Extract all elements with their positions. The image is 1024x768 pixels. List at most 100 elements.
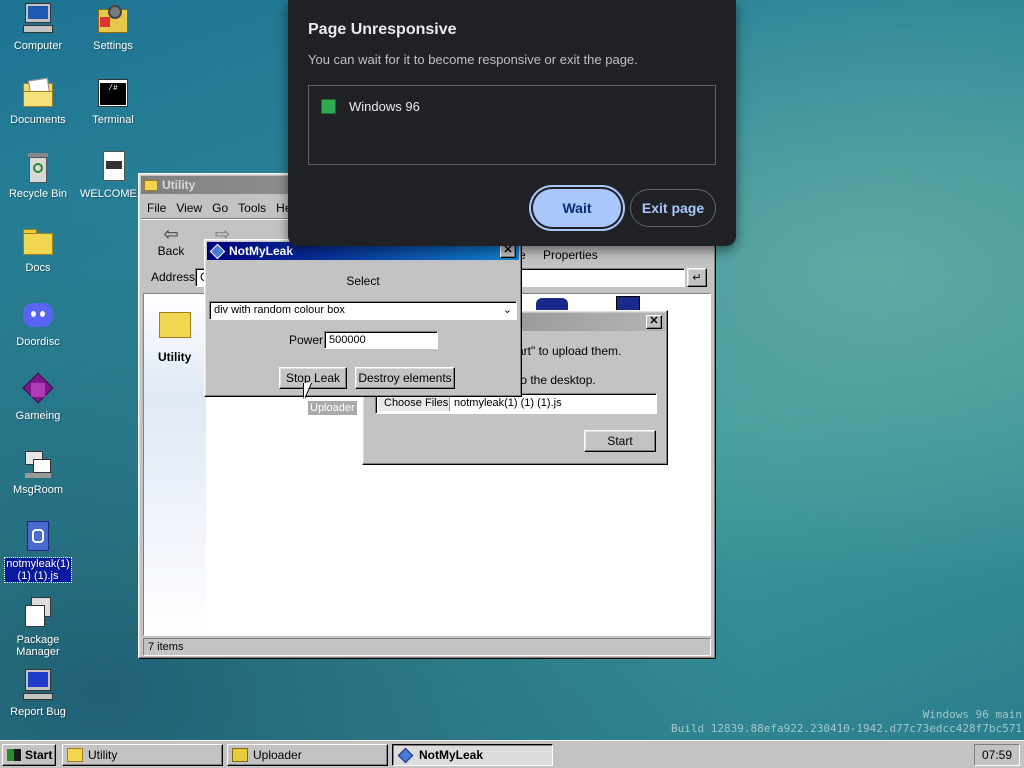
desktop-icon-label: Package Manager — [16, 634, 60, 658]
exit-page-button[interactable]: Exit page — [630, 189, 716, 227]
page-unresponsive-dialog: Page Unresponsive You can wait for it to… — [288, 0, 736, 246]
page-name: Windows 96 — [349, 99, 420, 114]
dialog-title: Page Unresponsive — [308, 21, 457, 38]
uploader-icon — [232, 748, 248, 762]
computer-icon — [21, 3, 55, 37]
back-button[interactable]: ⇦ Back — [151, 224, 191, 258]
explorer-title: Utility — [162, 178, 196, 192]
desktop-icon-label: Documents — [10, 114, 66, 126]
menu-file[interactable]: File — [147, 201, 166, 215]
chosen-file-name: notmyleak(1) (1) (1).js — [454, 397, 562, 409]
dialog-message: You can wait for it to become responsive… — [308, 52, 638, 67]
uploader-tooltip: Uploader — [308, 401, 357, 415]
menu-view[interactable]: View — [176, 201, 202, 215]
desktop-icon-gameing[interactable]: Gameing — [1, 372, 75, 422]
desktop-icon-msgroom[interactable]: MsgRoom — [1, 447, 75, 496]
start-button[interactable]: Start — [584, 430, 656, 452]
desktop-icon-package-manager[interactable]: Package Manager — [1, 597, 75, 658]
desktop-icon-label: Recycle Bin — [8, 188, 68, 200]
explorer-side-panel — [144, 294, 206, 635]
uploader-text-2: to the desktop. — [517, 373, 596, 387]
terminal-icon: /# — [96, 77, 130, 111]
task-notmyleak[interactable]: NotMyLeak — [392, 744, 553, 766]
desktop-icon-computer[interactable]: Computer — [1, 3, 75, 52]
task-utility[interactable]: Utility — [62, 744, 223, 766]
desktop-icon-label: Report Bug — [10, 706, 66, 718]
folder-icon — [21, 225, 55, 259]
desktop-icon-terminal[interactable]: /# Terminal — [76, 77, 150, 126]
script-file-icon — [21, 521, 55, 555]
menu-tools[interactable]: Tools — [238, 201, 266, 215]
desktop-icon-doordisc[interactable]: Doordisc — [1, 299, 75, 348]
report-bug-icon — [21, 669, 55, 703]
menu-go[interactable]: Go — [212, 201, 228, 215]
windows-logo-icon — [7, 749, 21, 761]
notmyleak-title: NotMyLeak — [229, 244, 294, 258]
task-uploader[interactable]: Uploader — [227, 744, 388, 766]
power-label: Power: — [289, 333, 327, 347]
power-input[interactable]: 500000 — [324, 331, 438, 349]
task-label: Utility — [88, 748, 118, 762]
desktop-icon-label: Gameing — [15, 410, 61, 422]
leak-type-select-value: div with random colour box — [214, 304, 345, 316]
desktop-icon-label: Settings — [93, 40, 133, 52]
close-icon[interactable]: ✕ — [646, 315, 662, 329]
back-arrow-icon: ⇦ — [163, 224, 179, 244]
address-label: Address — [151, 270, 196, 284]
select-label: Select — [346, 274, 380, 288]
back-label: Back — [157, 244, 185, 258]
doordisc-icon — [21, 299, 55, 333]
settings-icon — [96, 3, 130, 37]
desktop-icon-report-bug[interactable]: Report Bug — [1, 669, 75, 718]
folder-icon — [144, 179, 158, 191]
notmyleak-window[interactable]: NotMyLeak ✕ Select div with random colou… — [204, 239, 522, 397]
recycle-bin-icon — [21, 151, 55, 185]
desktop-icon-docs[interactable]: Docs — [1, 225, 75, 274]
chevron-down-icon: ⌄ — [502, 304, 512, 316]
close-icon[interactable]: ✕ — [500, 244, 516, 258]
system-clock[interactable]: 07:59 — [974, 744, 1020, 766]
mouse-cursor-icon — [304, 383, 311, 399]
task-label: Uploader — [253, 748, 302, 762]
desktop-icon-documents[interactable]: Documents — [1, 77, 75, 126]
desktop-icon-notmyleak-js[interactable]: notmyleak(1) (1) (1).js — [1, 521, 75, 583]
status-bar: 7 items — [143, 638, 711, 656]
status-text: 7 items — [148, 641, 184, 653]
address-go-button[interactable]: ↵ — [687, 268, 707, 287]
wait-button[interactable]: Wait — [533, 189, 621, 227]
task-label: NotMyLeak — [419, 748, 484, 762]
folder-documents-icon — [21, 77, 55, 111]
menu-bar: File View Go Tools Help — [147, 201, 301, 215]
desktop-icon-settings[interactable]: Settings — [76, 3, 150, 52]
taskbar: Start Utility Uploader NotMyLeak 07:59 — [0, 740, 1024, 768]
destroy-elements-button[interactable]: Destroy elements — [355, 367, 455, 389]
start-button[interactable]: Start — [2, 744, 56, 766]
desktop-icon-label: WELCOME... — [79, 188, 146, 200]
start-label: Start — [25, 748, 53, 762]
document-icon — [96, 151, 130, 185]
desktop-icon-label: Terminal — [92, 114, 134, 126]
leak-type-select[interactable]: div with random colour box ⌄ — [209, 301, 517, 320]
build-line-1: Windows 96 main — [922, 708, 1022, 721]
folder-icon — [67, 748, 83, 762]
page-list: Windows 96 — [308, 85, 716, 165]
msgroom-icon — [21, 447, 55, 481]
diamond-icon — [209, 243, 226, 259]
stop-leak-button[interactable]: Stop Leak — [279, 367, 347, 389]
desktop-icon-label: MsgRoom — [12, 484, 64, 496]
side-panel-folder-label: Utility — [158, 350, 192, 364]
build-line-2: Build 12839.88efa922.230410-1942.d77c73e… — [671, 722, 1022, 735]
cube-icon — [21, 372, 55, 407]
desktop-icon-label: notmyleak(1) (1) (1).js — [4, 557, 72, 583]
windows-96-favicon-icon — [321, 99, 336, 114]
desktop-icon-recycle-bin[interactable]: Recycle Bin — [1, 151, 75, 200]
diamond-icon — [397, 747, 414, 763]
package-manager-icon — [21, 597, 55, 631]
properties-button[interactable]: Properties — [543, 248, 598, 262]
desktop-icon-label: Computer — [13, 40, 63, 52]
uploader-text-1: art" to upload them. — [517, 344, 622, 358]
desktop-icon-label: Doordisc — [16, 336, 60, 348]
build-watermark: Windows 96 main Build 12839.88efa922.230… — [642, 708, 1022, 736]
item-icon-heart[interactable] — [536, 298, 568, 310]
choose-files-button[interactable]: Choose Files — [378, 396, 450, 411]
